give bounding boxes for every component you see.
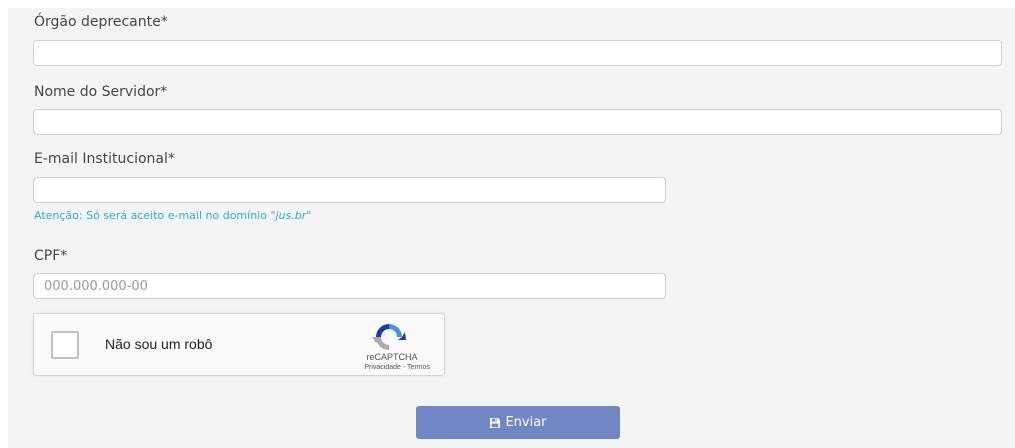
orgao-deprecante-input[interactable] (33, 40, 1002, 66)
submit-button[interactable]: Enviar (416, 406, 620, 439)
cpf-input[interactable] (33, 273, 666, 299)
submit-button-label: Enviar (505, 415, 547, 430)
form-panel (8, 8, 1015, 448)
cpf-label: CPF* (34, 248, 68, 264)
recaptcha-checkbox[interactable] (51, 331, 79, 359)
recaptcha-terms-link[interactable]: Termos (407, 364, 430, 371)
recaptcha-privacy-link[interactable]: Privacidade (364, 364, 401, 371)
recaptcha-links: Privacidade - Termos (324, 364, 430, 371)
email-domain-hint: Atenção: Só será aceito e-mail no domíni… (34, 209, 311, 222)
recaptcha-checkbox-label: Não sou um robô (105, 336, 213, 352)
recaptcha-widget: Não sou um robô reCAPTCHA Privacidade - … (33, 313, 445, 376)
nome-servidor-input[interactable] (33, 109, 1002, 135)
orgao-label: Órgão deprecante* (34, 14, 168, 30)
email-hint-prefix: Atenção: Só será aceito e-mail no domíni… (34, 209, 276, 222)
email-institucional-input[interactable] (33, 177, 666, 203)
email-label: E-mail Institucional* (34, 151, 175, 167)
recaptcha-brand: reCAPTCHA (366, 352, 418, 362)
email-hint-domain: jus.br (275, 209, 307, 222)
email-hint-suffix: " (306, 209, 312, 222)
floppy-disk-icon (490, 417, 501, 428)
recaptcha-logo-icon (372, 324, 406, 350)
nome-servidor-label: Nome do Servidor* (34, 84, 168, 100)
